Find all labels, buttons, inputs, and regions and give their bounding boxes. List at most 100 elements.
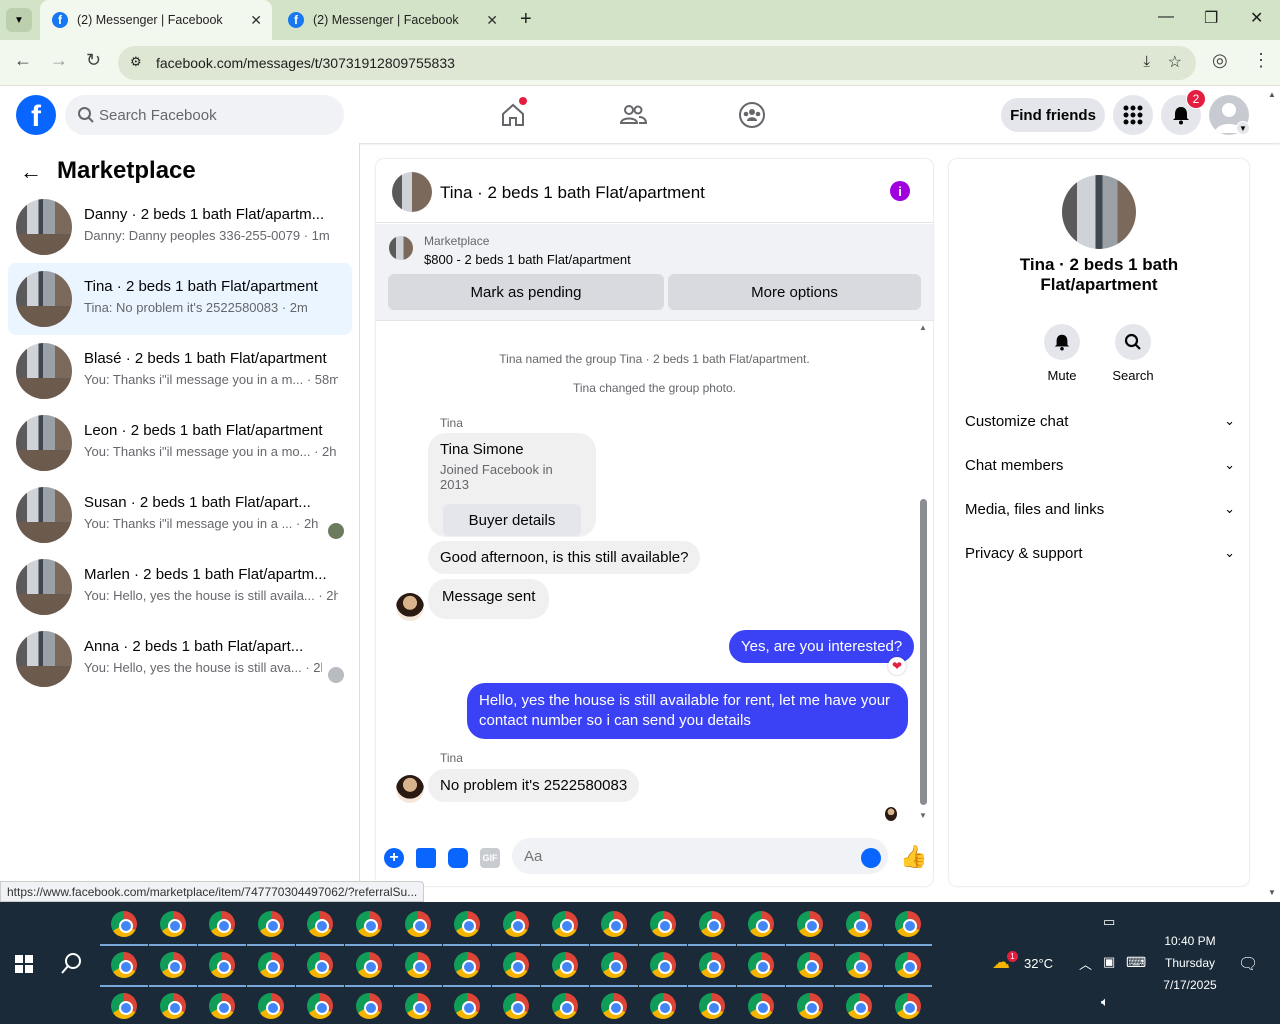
taskbar-chrome-profile-icon[interactable] [492,949,540,987]
mark-as-pending-button[interactable]: Mark as pending [388,274,664,310]
keyboard-icon[interactable]: ⌨ [1126,954,1146,971]
taskbar-chrome-profile-icon[interactable] [443,908,491,946]
taskbar-chrome-profile-icon[interactable] [647,990,679,1022]
taskbar-chrome-profile-icon[interactable] [394,908,442,946]
network-icon[interactable]: ▭ [1103,914,1115,930]
conversation-item[interactable]: Marlen · 2 beds 1 bath Flat/apartm... Yo… [8,551,352,623]
chat-title[interactable]: Tina · 2 beds 1 bath Flat/apartment [440,183,705,203]
customize-chat-row[interactable]: Customize chat ⌄ [965,413,1235,430]
taskbar-chrome-profile-icon[interactable] [843,990,875,1022]
taskbar-chrome-profile-icon[interactable] [247,949,295,987]
facebook-search-input[interactable]: Search Facebook [65,95,344,135]
browser-menu-icon[interactable]: ⋮ [1252,50,1270,71]
minimize-icon[interactable]: — [1158,8,1174,26]
taskbar-chrome-profile-icon[interactable] [541,908,589,946]
taskbar-chrome-profile-icon[interactable] [296,949,344,987]
taskbar-chrome-profile-icon[interactable] [549,990,581,1022]
facebook-logo[interactable]: f [16,95,56,135]
listing-title[interactable]: $800 - 2 beds 1 bath Flat/apartment [424,252,631,267]
taskbar-chrome-profile-icon[interactable] [688,949,736,987]
install-app-icon[interactable]: ⤓ [1143,53,1150,70]
taskbar-chrome-profile-icon[interactable] [304,990,336,1022]
taskbar-chrome-profile-icon[interactable] [835,949,883,987]
scroll-down-arrow-icon[interactable]: ▼ [919,811,927,820]
emoji-icon[interactable] [861,848,881,868]
add-plus-icon[interactable]: + [384,848,404,868]
taskbar-chrome-profile-icon[interactable] [884,908,932,946]
chat-members-row[interactable]: Chat members ⌄ [965,457,1235,474]
restore-icon[interactable]: ❐ [1204,8,1218,28]
close-tab-icon[interactable]: ✕ [250,12,262,29]
taskbar-chrome-profile-icon[interactable] [786,908,834,946]
taskbar-chrome-profile-icon[interactable] [402,990,434,1022]
taskbar-chrome-profile-icon[interactable] [345,949,393,987]
taskbar-chrome-profile-icon[interactable] [541,949,589,987]
taskbar-chrome-profile-icon[interactable] [590,949,638,987]
site-info-icon[interactable]: ⚙ [130,54,142,70]
search-action[interactable]: Search [1103,324,1163,383]
conversation-item[interactable]: Leon · 2 beds 1 bath Flat/apartment You:… [8,407,352,479]
photo-icon[interactable] [416,848,436,868]
forward-icon[interactable]: → [50,50,68,71]
page-scroll-up-icon[interactable]: ▲ [1268,90,1276,99]
taskbar-chrome-profile-icon[interactable] [639,908,687,946]
group-avatar[interactable] [1062,175,1136,249]
reload-icon[interactable]: ↻ [86,50,101,71]
taskbar-chrome-profile-icon[interactable] [149,908,197,946]
close-window-icon[interactable]: ✕ [1250,8,1263,28]
friends-icon[interactable] [617,99,649,131]
conversation-item[interactable]: Blasé · 2 beds 1 bath Flat/apartment You… [8,335,352,407]
meet-icon[interactable]: ▣ [1103,954,1115,970]
browser-tab-1[interactable]: f (2) Messenger | Facebook ✕ [40,0,272,40]
conversation-item[interactable]: Danny · 2 beds 1 bath Flat/apartm... Dan… [8,191,352,263]
taskbar-chrome-profile-icon[interactable] [149,949,197,987]
mute-action[interactable]: Mute [1032,324,1092,383]
clock-date[interactable]: 7/17/2025 [1156,978,1224,992]
home-icon[interactable] [497,97,529,131]
back-arrow-icon[interactable]: ← [20,159,42,185]
taskbar-chrome-profile-icon[interactable] [696,990,728,1022]
taskbar-chrome-profile-icon[interactable] [206,990,238,1022]
conversation-item[interactable]: Susan · 2 beds 1 bath Flat/apart... You:… [8,479,352,551]
windows-start-icon[interactable] [15,955,33,973]
gif-icon[interactable]: GIF [480,848,500,868]
profile-icon[interactable]: ◎ [1212,50,1228,71]
taskbar-chrome-profile-icon[interactable] [745,990,777,1022]
taskbar-chrome-profile-icon[interactable] [492,908,540,946]
taskbar-chrome-profile-icon[interactable] [639,949,687,987]
taskbar-chrome-profile-icon[interactable] [786,949,834,987]
taskbar-chrome-profile-icon[interactable] [296,908,344,946]
taskbar-chrome-profile-icon[interactable] [100,949,148,987]
buyer-details-button[interactable]: Buyer details [443,504,581,536]
groups-icon[interactable] [736,99,768,131]
taskbar-chrome-profile-icon[interactable] [737,949,785,987]
menu-grid-button[interactable] [1113,95,1153,135]
close-tab-icon[interactable]: ✕ [486,12,498,29]
notification-center-icon[interactable]: 🗨︎ [1238,954,1258,974]
tab-search-dropdown[interactable]: ▼ [6,8,32,32]
taskbar-chrome-profile-icon[interactable] [835,908,883,946]
taskbar-chrome-profile-icon[interactable] [737,908,785,946]
taskbar-chrome-profile-icon[interactable] [353,990,385,1022]
new-tab-button[interactable]: + [520,8,532,31]
volume-icon[interactable]: 🔈︎ [1101,994,1109,1010]
taskbar-search-icon[interactable] [61,952,83,974]
taskbar-chrome-profile-icon[interactable] [345,908,393,946]
chat-scrollbar-thumb[interactable] [920,499,927,805]
sticker-icon[interactable] [448,848,468,868]
taskbar-chrome-profile-icon[interactable] [108,990,140,1022]
tray-chevron-up-icon[interactable]: ︿ [1079,954,1092,973]
taskbar-chrome-profile-icon[interactable] [892,990,924,1022]
taskbar-chrome-profile-icon[interactable] [157,990,189,1022]
back-icon[interactable]: ← [14,50,32,71]
more-options-button[interactable]: More options [668,274,921,310]
taskbar-chrome-profile-icon[interactable] [247,908,295,946]
taskbar-chrome-profile-icon[interactable] [598,990,630,1022]
url-bar[interactable]: ⚙ facebook.com/messages/t/30731912809755… [118,46,1196,80]
media-files-links-row[interactable]: Media, files and links ⌄ [965,501,1235,518]
info-icon[interactable]: i [890,181,910,201]
taskbar-chrome-profile-icon[interactable] [688,908,736,946]
taskbar-chrome-profile-icon[interactable] [255,990,287,1022]
taskbar-chrome-profile-icon[interactable] [884,949,932,987]
message-input[interactable] [512,838,888,874]
